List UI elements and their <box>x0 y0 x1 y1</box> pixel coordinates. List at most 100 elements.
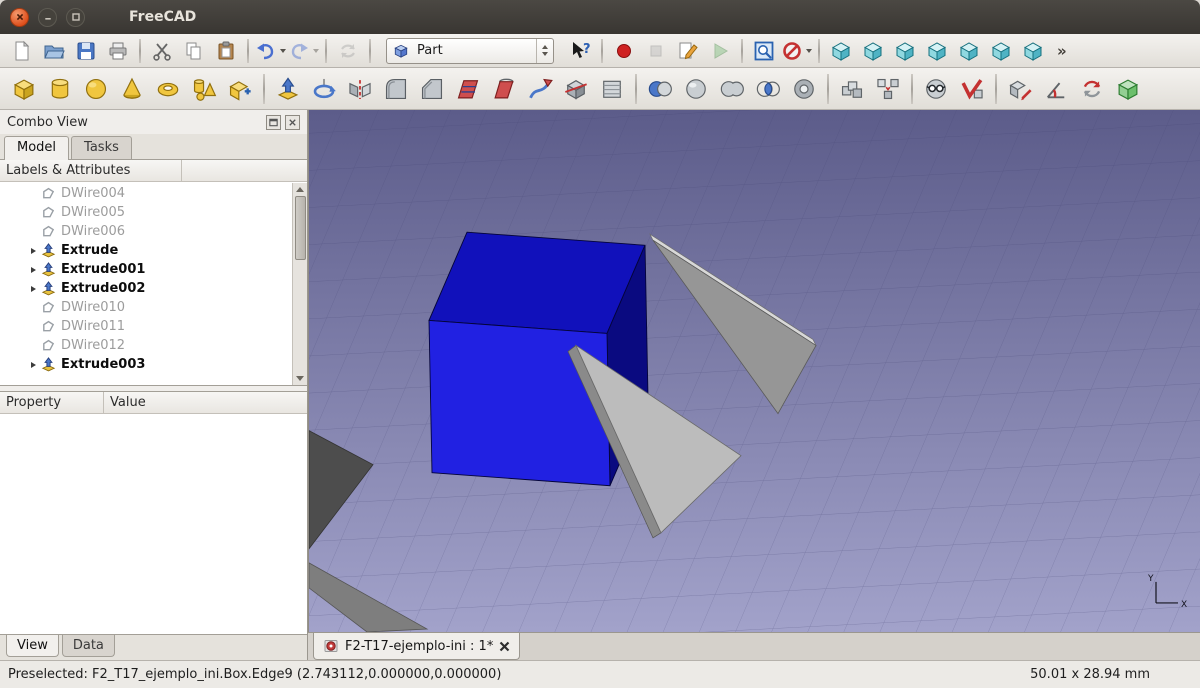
refresh-measurement-button[interactable] <box>1075 71 1109 107</box>
view-bottom-button[interactable] <box>986 37 1016 65</box>
draw-style-button[interactable] <box>781 37 812 65</box>
tree-item-dwire004[interactable]: DWire004 <box>0 184 307 203</box>
whats-this-button[interactable]: ? <box>565 37 595 65</box>
extrude-button[interactable] <box>271 71 305 107</box>
measure-angular-button[interactable] <box>1039 71 1073 107</box>
cube-top-face[interactable] <box>429 232 645 333</box>
new-document-button[interactable] <box>7 37 37 65</box>
tree-item-dwire012[interactable]: DWire012 <box>0 336 307 355</box>
print-document-button[interactable] <box>103 37 133 65</box>
tree-header-label[interactable]: Labels & Attributes <box>0 160 182 181</box>
part-toolbar <box>0 68 1200 110</box>
paste-button[interactable] <box>211 37 241 65</box>
tree-item-extrude002[interactable]: Extrude002 <box>0 279 307 298</box>
boolean-operation-button[interactable] <box>679 71 713 107</box>
create-primitives-button[interactable] <box>187 71 221 107</box>
view-front-button[interactable] <box>858 37 888 65</box>
tab-view[interactable]: View <box>6 635 59 657</box>
tab-model[interactable]: Model <box>4 136 69 160</box>
tree-item-dwire010[interactable]: DWire010 <box>0 298 307 317</box>
box-button[interactable] <box>7 71 41 107</box>
cone-button[interactable] <box>115 71 149 107</box>
shape-builder-button[interactable] <box>223 71 257 107</box>
macro-edit-button[interactable] <box>673 37 703 65</box>
view-top-button[interactable] <box>890 37 920 65</box>
measure-linear-button[interactable] <box>1003 71 1037 107</box>
3d-viewport[interactable]: Y X <box>308 110 1200 632</box>
tree-scrollbar[interactable] <box>292 183 307 385</box>
workbench-selector[interactable]: Part <box>386 38 554 64</box>
window-close-button[interactable] <box>10 8 29 27</box>
boolean-cut-button[interactable] <box>643 71 677 107</box>
view-left-button[interactable] <box>1018 37 1048 65</box>
tree-item-dwire011[interactable]: DWire011 <box>0 317 307 336</box>
tree-item-extrude[interactable]: Extrude <box>0 241 307 260</box>
tab-tasks[interactable]: Tasks <box>71 136 132 159</box>
dropdown-arrow-icon[interactable] <box>806 49 812 53</box>
torus-button[interactable] <box>151 71 185 107</box>
document-tab[interactable]: F2-T17-ejemplo-ini : 1* <box>313 633 520 660</box>
value-column-header[interactable]: Value <box>104 392 307 413</box>
expander-icon[interactable] <box>26 286 41 292</box>
cylinder-button[interactable] <box>43 71 77 107</box>
scroll-up-icon[interactable] <box>296 187 304 192</box>
mirror-button[interactable] <box>343 71 377 107</box>
window-maximize-button[interactable] <box>66 8 85 27</box>
cut-button[interactable] <box>147 37 177 65</box>
dropdown-arrow-icon[interactable] <box>280 49 286 53</box>
macro-stop-button[interactable] <box>641 37 671 65</box>
window-minimize-button[interactable] <box>38 8 57 27</box>
dwire-icon <box>41 186 56 201</box>
sweep-button[interactable] <box>523 71 557 107</box>
cross-sections-button[interactable] <box>595 71 629 107</box>
tree-item-extrude001[interactable]: Extrude001 <box>0 260 307 279</box>
undo-button[interactable] <box>255 37 286 65</box>
defeaturing-button[interactable] <box>955 71 989 107</box>
section-button[interactable] <box>559 71 593 107</box>
tree-item-dwire005[interactable]: DWire005 <box>0 203 307 222</box>
tree-item-extrude003[interactable]: Extrude003 <box>0 355 307 374</box>
expander-icon[interactable] <box>26 248 41 254</box>
panel-close-button[interactable] <box>285 115 300 130</box>
chamfer-button[interactable] <box>415 71 449 107</box>
refresh-button[interactable] <box>333 37 363 65</box>
revolve-button[interactable] <box>307 71 341 107</box>
expander-icon[interactable] <box>26 267 41 273</box>
make-compound-button[interactable] <box>835 71 869 107</box>
property-column-header[interactable]: Property <box>0 392 104 413</box>
save-document-button[interactable] <box>71 37 101 65</box>
close-document-icon[interactable] <box>499 641 510 652</box>
toolbar-overflow[interactable]: » <box>1053 42 1071 60</box>
panel-float-button[interactable] <box>266 115 281 130</box>
scroll-down-icon[interactable] <box>296 376 304 381</box>
boolean-intersection-button[interactable] <box>751 71 785 107</box>
dropdown-arrow-icon[interactable] <box>313 49 319 53</box>
copy-button[interactable] <box>179 37 209 65</box>
fit-all-button[interactable] <box>749 37 779 65</box>
tab-data[interactable]: Data <box>62 635 115 657</box>
view-rear-button[interactable] <box>954 37 984 65</box>
view-isometric-button[interactable] <box>826 37 856 65</box>
sphere-button[interactable] <box>79 71 113 107</box>
tree-item-dwire006[interactable]: DWire006 <box>0 222 307 241</box>
check-geometry-button[interactable] <box>919 71 953 107</box>
scrollbar-handle[interactable] <box>295 196 306 260</box>
boolean-xor-button[interactable] <box>787 71 821 107</box>
redo-button[interactable] <box>288 37 319 65</box>
macro-record-button[interactable] <box>609 37 639 65</box>
view-right-button[interactable] <box>922 37 952 65</box>
explode-compound-button[interactable] <box>871 71 905 107</box>
cube-front-face[interactable] <box>429 320 610 485</box>
ruled-surface-button[interactable] <box>451 71 485 107</box>
extrude-item-icon <box>41 357 56 372</box>
open-document-button[interactable] <box>39 37 69 65</box>
macro-play-button[interactable] <box>705 37 735 65</box>
toggle-measurement-button[interactable] <box>1111 71 1145 107</box>
3d-viewport-canvas[interactable]: Y X <box>309 110 1200 632</box>
expander-icon[interactable] <box>26 362 41 368</box>
loft-button[interactable] <box>487 71 521 107</box>
property-editor: Property Value <box>0 391 307 634</box>
fillet-button[interactable] <box>379 71 413 107</box>
combo-spinner-icon[interactable] <box>536 39 553 63</box>
boolean-union-button[interactable] <box>715 71 749 107</box>
